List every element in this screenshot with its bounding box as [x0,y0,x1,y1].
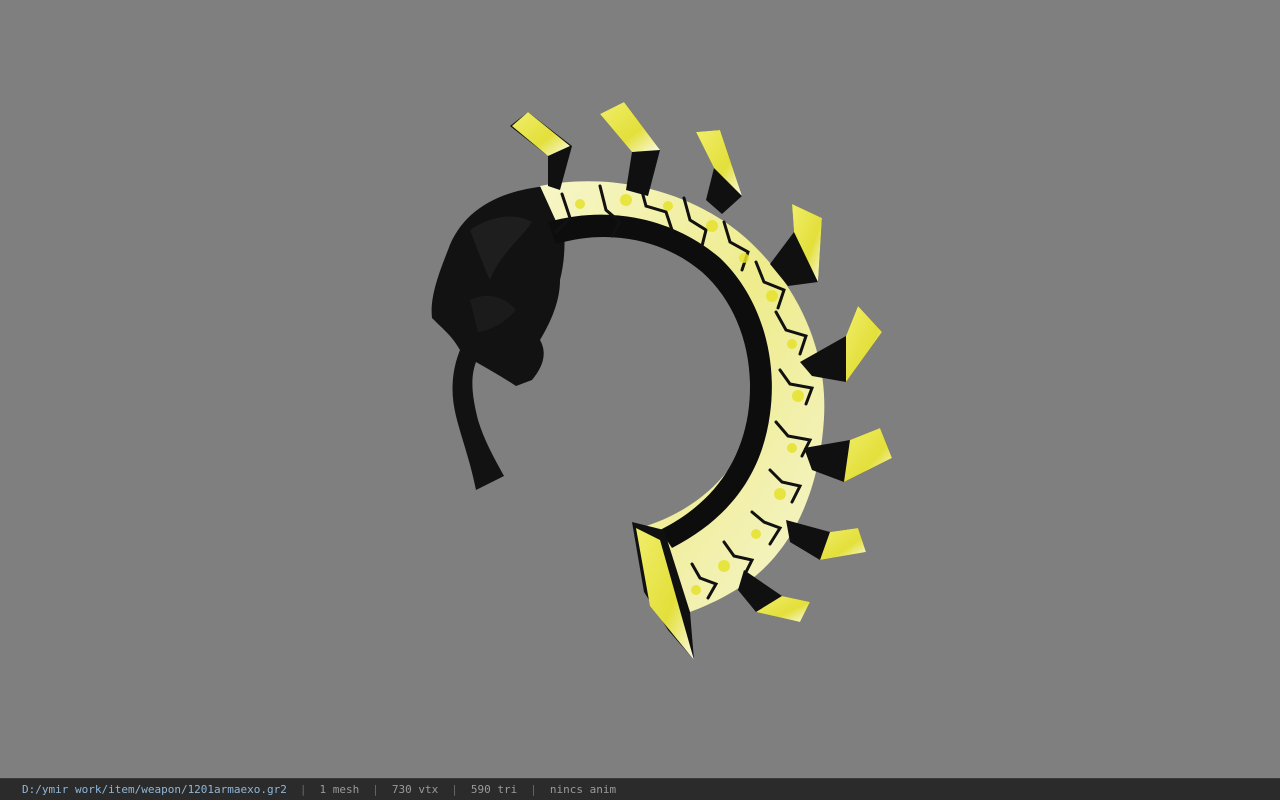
mesh-count: 1 mesh [319,783,360,796]
animation-status: nincs anim [549,783,617,796]
separator: | [451,783,458,796]
separator: | [372,783,379,796]
separator: | [530,783,537,796]
separator: | [299,783,307,796]
triangle-count: 590 tri [470,783,518,796]
spike-8 [738,570,810,622]
spike-7 [786,520,866,560]
weapon-model [431,102,892,660]
render-viewport[interactable] [0,0,1280,778]
spike-3 [696,130,742,214]
spike-1 [510,112,572,190]
status-bar: D:/ymir work/item/weapon/1201armaexo.gr2… [0,778,1280,800]
file-path: D:/ymir work/item/weapon/1201armaexo.gr2 [22,783,287,796]
vertex-count: 730 vtx [391,783,439,796]
spike-2 [600,102,660,196]
